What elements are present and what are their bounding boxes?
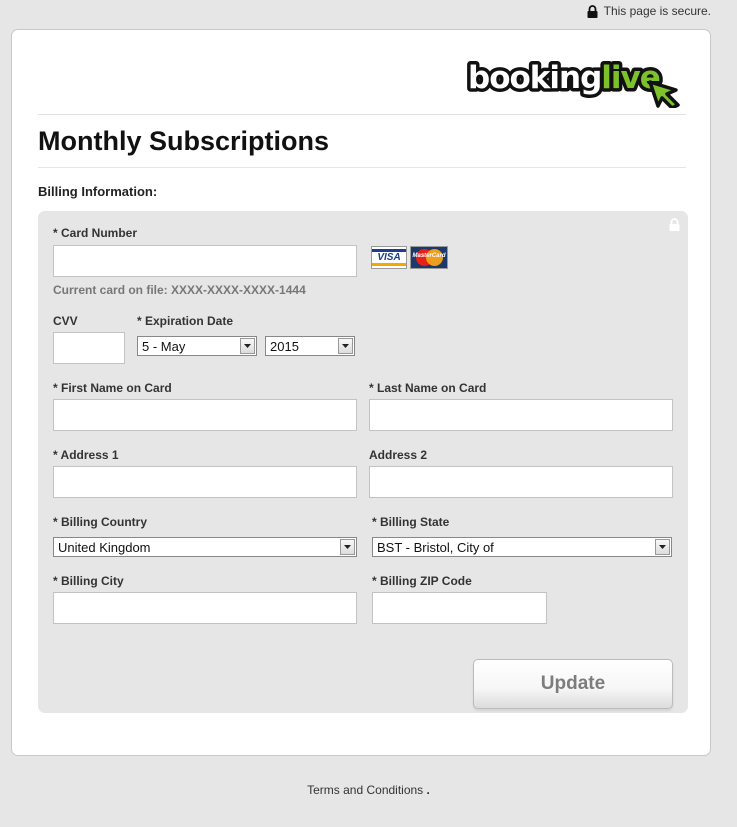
logo-text-live: live — [601, 60, 659, 96]
last-name-label: * Last Name on Card — [369, 381, 487, 395]
dropdown-arrow-icon — [338, 338, 353, 354]
expiration-date-label: * Expiration Date — [137, 314, 234, 328]
logo-text-booking: booking — [468, 60, 601, 96]
billing-zip-label: * Billing ZIP Code — [372, 574, 472, 588]
page-title: Monthly Subscriptions — [38, 126, 330, 156]
cursor-arrow-icon — [648, 80, 680, 108]
secure-text: This page is secure. — [603, 4, 711, 18]
card-number-label: * Card Number — [53, 226, 138, 240]
lock-icon — [587, 4, 598, 18]
card-number-input[interactable] — [53, 245, 357, 277]
billing-city-label: * Billing City — [53, 574, 124, 588]
dropdown-arrow-icon — [340, 539, 355, 555]
expiration-year-select[interactable]: 2015 — [265, 336, 355, 356]
address2-label: Address 2 — [369, 448, 428, 462]
main-card: bookinglive Monthly Subscriptions Billin… — [11, 29, 711, 756]
mastercard-icon: MasterCard — [410, 246, 448, 269]
billing-city-input[interactable] — [53, 592, 357, 624]
terms-link[interactable]: Terms and Conditions — [307, 783, 423, 797]
billing-country-select[interactable]: United Kingdom — [53, 537, 357, 557]
billing-section-label: Billing Information: — [38, 184, 158, 199]
title-divider — [38, 167, 686, 168]
accepted-cards: VISA MasterCard — [371, 246, 448, 269]
billing-country-label: * Billing Country — [53, 515, 147, 529]
dropdown-arrow-icon — [655, 539, 670, 555]
bookinglive-logo[interactable]: bookinglive — [464, 48, 694, 108]
lock-icon — [669, 218, 680, 231]
cvv-input[interactable] — [53, 332, 125, 364]
first-name-label: * First Name on Card — [53, 381, 172, 395]
footer: Terms and Conditions . — [0, 783, 737, 797]
last-name-input[interactable] — [369, 399, 673, 431]
billing-form-panel: * Card Number VISA MasterCard Current ca… — [38, 211, 688, 713]
address1-label: * Address 1 — [53, 448, 119, 462]
visa-card-icon: VISA — [371, 246, 407, 269]
secure-notice: This page is secure. — [587, 4, 711, 18]
update-button[interactable]: Update — [473, 659, 673, 709]
billing-state-select[interactable]: BST - Bristol, City of — [372, 537, 672, 557]
billing-state-label: * Billing State — [372, 515, 450, 529]
dropdown-arrow-icon — [240, 338, 255, 354]
billing-zip-input[interactable] — [372, 592, 547, 624]
first-name-input[interactable] — [53, 399, 357, 431]
card-on-file-note: Current card on file: XXXX-XXXX-XXXX-144… — [53, 283, 306, 297]
cvv-label: CVV — [53, 314, 78, 328]
terms-dot: . — [426, 783, 430, 797]
svg-text:bookinglive: bookinglive — [468, 60, 660, 96]
address1-input[interactable] — [53, 466, 357, 498]
expiration-month-select[interactable]: 5 - May — [137, 336, 257, 356]
address2-input[interactable] — [369, 466, 673, 498]
header-divider — [38, 114, 686, 115]
